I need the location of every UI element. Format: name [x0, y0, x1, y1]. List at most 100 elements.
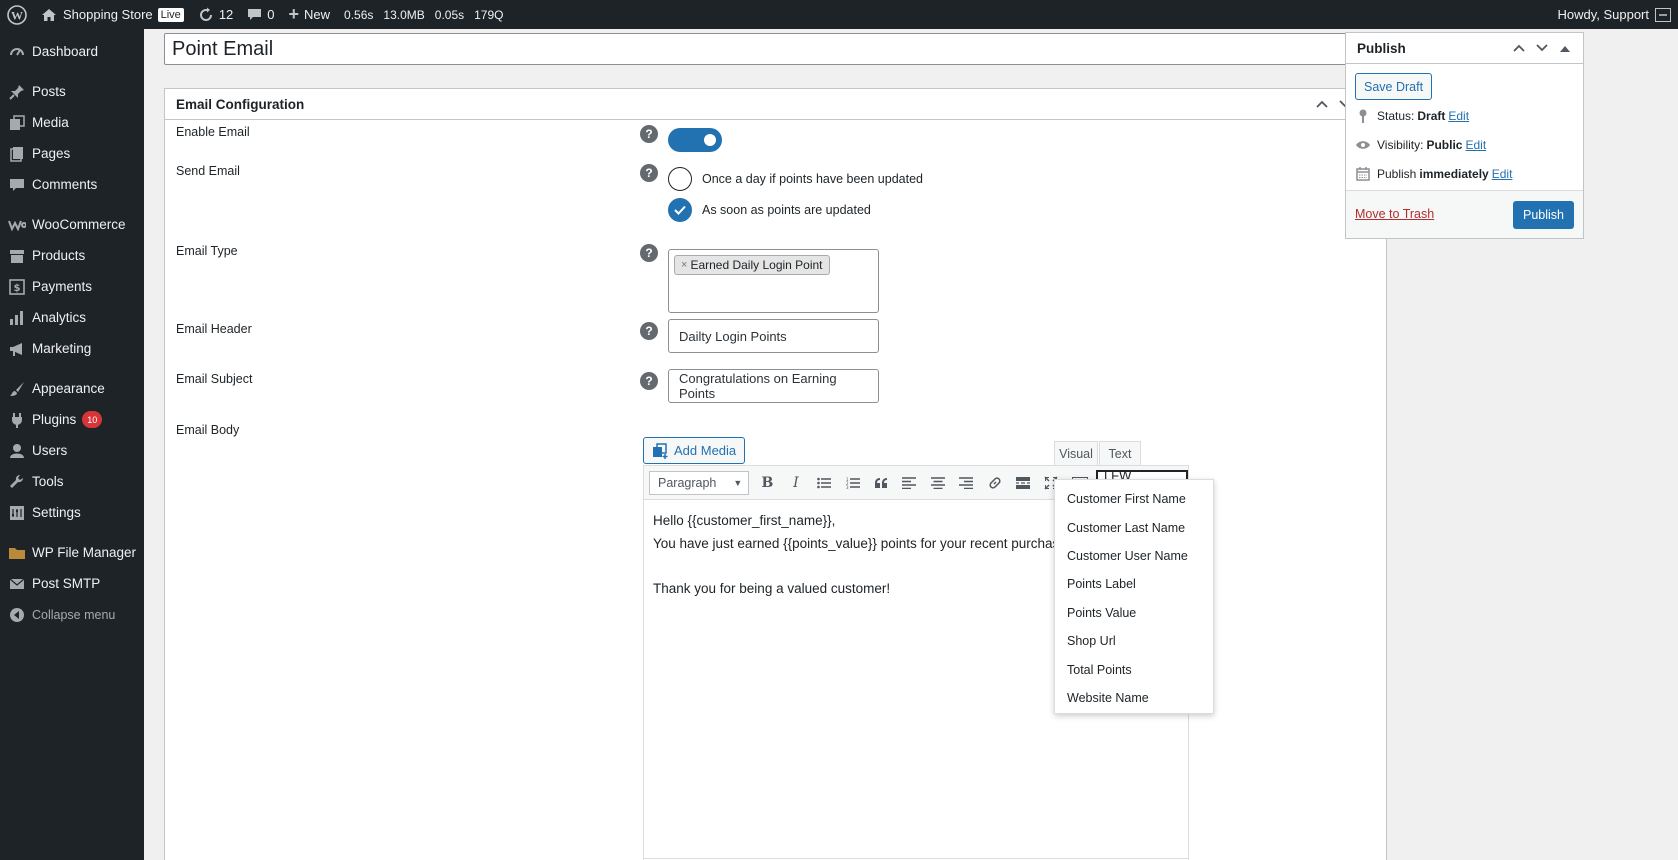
help-icon[interactable]: ?: [640, 164, 658, 182]
bar-chart-icon: [8, 309, 26, 327]
updates-count: 12: [218, 7, 234, 22]
eye-icon: [1355, 137, 1371, 153]
email-subject-input[interactable]: Congratulations on Earning Points: [668, 369, 879, 403]
sidebar-item-wp-file-manager[interactable]: WP File Manager: [0, 537, 144, 568]
post-title-text: Point Email: [172, 37, 274, 60]
email-type-tag: × Earned Daily Login Point: [674, 255, 830, 275]
move-to-trash-link[interactable]: Move to Trash: [1355, 207, 1434, 221]
align-left-icon[interactable]: [895, 469, 923, 497]
tab-visual[interactable]: Visual: [1054, 441, 1098, 466]
archive-icon: [8, 247, 26, 265]
admin-sidebar: Dashboard Posts Media Pages Comments Woo…: [0, 29, 144, 860]
lfw-option-points-value[interactable]: Points Value: [1055, 599, 1213, 627]
send-email-label: Send Email: [176, 164, 240, 178]
sidebar-item-tools[interactable]: Tools: [0, 466, 144, 497]
format-select[interactable]: Paragraph ▼: [649, 470, 750, 495]
link-icon[interactable]: [980, 469, 1008, 497]
bold-icon[interactable]: B: [753, 469, 781, 497]
lfw-option-points-label[interactable]: Points Label: [1055, 570, 1213, 598]
edit-publish-date-link[interactable]: Edit: [1492, 167, 1513, 181]
sidebar-item-appearance[interactable]: Appearance: [0, 373, 144, 404]
blockquote-icon[interactable]: [867, 469, 895, 497]
sidebar-item-products[interactable]: Products: [0, 240, 144, 271]
email-header-input[interactable]: Dailty Login Points: [668, 319, 879, 353]
sidebar-item-users[interactable]: Users: [0, 435, 144, 466]
publish-button[interactable]: Publish: [1513, 201, 1574, 229]
sidebar-item-analytics[interactable]: Analytics: [0, 302, 144, 333]
tab-text[interactable]: Text: [1099, 441, 1141, 466]
new-content-link[interactable]: + New: [282, 0, 338, 29]
sidebar-item-woocommerce[interactable]: WooCommerce: [0, 209, 144, 240]
help-icon[interactable]: ?: [640, 125, 658, 143]
radio-checked-icon[interactable]: [668, 198, 692, 222]
wordpress-logo-icon[interactable]: W: [0, 0, 34, 29]
comments-link[interactable]: 0: [240, 0, 281, 29]
lfw-option-total-points[interactable]: Total Points: [1055, 655, 1213, 683]
lfw-option-shop-url[interactable]: Shop Url: [1055, 627, 1213, 655]
sidebar-item-plugins[interactable]: Plugins 10: [0, 404, 144, 435]
status-value: Draft: [1417, 109, 1446, 123]
chevron-up-icon[interactable]: [1315, 97, 1329, 111]
query-monitor-stats[interactable]: 0.56s 13.0MB 0.05s 179Q: [337, 0, 510, 29]
read-more-icon[interactable]: [1009, 469, 1037, 497]
italic-icon[interactable]: I: [782, 469, 810, 497]
post-status-row: Status: Draft Edit: [1355, 108, 1469, 124]
numbered-list-icon[interactable]: 123: [838, 469, 866, 497]
email-type-select[interactable]: × Earned Daily Login Point: [668, 249, 879, 313]
save-draft-button[interactable]: Save Draft: [1355, 73, 1433, 100]
help-icon[interactable]: ?: [640, 244, 658, 262]
post-title-input[interactable]: Point Email: [164, 33, 1387, 65]
sidebar-item-settings[interactable]: Settings: [0, 497, 144, 528]
site-name: Shopping Store: [63, 7, 153, 22]
plug-icon: [8, 411, 26, 429]
sidebar-item-marketing[interactable]: Marketing: [0, 333, 144, 364]
lfw-option-customer-first-name[interactable]: Customer First Name: [1055, 485, 1213, 513]
bullet-list-icon[interactable]: [810, 469, 838, 497]
email-subject-label: Email Subject: [176, 372, 253, 386]
sidebar-item-comments[interactable]: Comments: [0, 169, 144, 200]
woo-icon: [8, 216, 26, 234]
align-center-icon[interactable]: [924, 469, 952, 497]
radio-button[interactable]: [668, 167, 692, 191]
stat-time: 0.56s: [344, 7, 374, 22]
collapse-arrow-icon: [8, 606, 26, 624]
sidebar-item-payments[interactable]: $ Payments: [0, 271, 144, 302]
help-icon[interactable]: ?: [640, 372, 658, 390]
send-option-daily[interactable]: Once a day if points have been updated: [668, 167, 923, 191]
publish-box-header[interactable]: Publish: [1346, 33, 1583, 64]
add-media-button[interactable]: Add Media: [643, 437, 746, 464]
enable-email-toggle[interactable]: [668, 128, 722, 152]
dollar-icon: $: [8, 278, 26, 296]
align-right-icon[interactable]: [952, 469, 980, 497]
email-configuration-header[interactable]: Email Configuration: [165, 89, 1386, 120]
chevron-up-icon[interactable]: [1512, 41, 1526, 55]
sidebar-item-pages[interactable]: Pages: [0, 138, 144, 169]
edit-status-link[interactable]: Edit: [1448, 109, 1469, 123]
my-account-link[interactable]: Howdy, Support: [1550, 0, 1678, 29]
stat-memory: 13.0MB: [383, 7, 425, 22]
site-name-link[interactable]: Shopping Store Live: [34, 0, 191, 29]
updates-link[interactable]: 12: [191, 0, 240, 29]
comment-bubble-icon: [247, 7, 262, 22]
collapse-toggle-icon[interactable]: [1558, 41, 1572, 55]
sidebar-item-media[interactable]: Media: [0, 107, 144, 138]
sidebar-item-post-smtp[interactable]: Post SMTP: [0, 568, 144, 599]
lfw-option-customer-last-name[interactable]: Customer Last Name: [1055, 513, 1213, 541]
brush-icon: [8, 380, 26, 398]
live-badge: Live: [157, 7, 184, 22]
sidebar-item-posts[interactable]: Posts: [0, 76, 144, 107]
lfw-option-website-name[interactable]: Website Name: [1055, 684, 1213, 712]
publish-value: immediately: [1419, 167, 1489, 181]
email-body-label: Email Body: [176, 423, 240, 437]
lfw-option-customer-user-name[interactable]: Customer User Name: [1055, 542, 1213, 570]
publish-label: Publish: [1377, 167, 1417, 181]
comment-icon: [8, 176, 26, 194]
edit-visibility-link[interactable]: Edit: [1465, 138, 1486, 152]
email-header-label: Email Header: [176, 322, 252, 336]
send-option-immediate[interactable]: As soon as points are updated: [668, 198, 871, 222]
remove-tag-icon[interactable]: ×: [681, 259, 687, 271]
help-icon[interactable]: ?: [640, 322, 658, 340]
sidebar-item-dashboard[interactable]: Dashboard: [0, 36, 144, 67]
chevron-down-icon[interactable]: [1535, 41, 1549, 55]
collapse-menu-button[interactable]: Collapse menu: [0, 599, 144, 630]
